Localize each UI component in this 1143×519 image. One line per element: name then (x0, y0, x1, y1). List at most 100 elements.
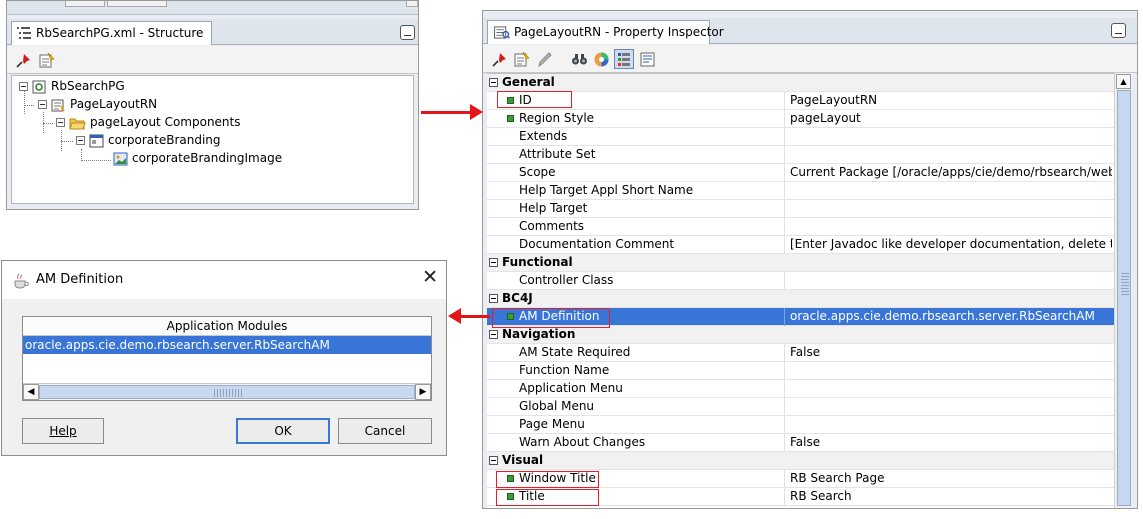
tab-structure-label: RbSearchPG.xml - Structure (36, 26, 204, 40)
property-row-id[interactable]: ID PageLayoutRN (487, 92, 1114, 110)
tree-node-folder[interactable]: pageLayout Components (69, 113, 241, 131)
scroll-left-arrow-icon[interactable]: ◀ (23, 384, 39, 400)
property-row-documentation-comment[interactable]: Documentation Comment [Enter Javadoc lik… (487, 236, 1114, 254)
section-functional[interactable]: Functional (487, 254, 1114, 272)
dialog-titlebar: AM Definition ✕ (2, 261, 446, 299)
section-general[interactable]: General (487, 74, 1114, 92)
property-row-application-menu[interactable]: Application Menu (487, 380, 1114, 398)
property-name: Region Style (519, 111, 595, 125)
property-name: Warn About Changes (519, 435, 646, 449)
property-row-comments[interactable]: Comments (487, 218, 1114, 236)
property-name: Page Menu (519, 417, 585, 431)
section-visual[interactable]: Visual (487, 452, 1114, 470)
pin-icon[interactable] (491, 51, 508, 68)
property-name: Controller Class (519, 273, 614, 287)
help-button-label: Help (49, 424, 77, 438)
categorized-view-icon[interactable] (614, 49, 634, 69)
property-row-scope[interactable]: Scope Current Package [/oracle/apps/cie/… (487, 164, 1114, 182)
property-grid: General ID PageLayoutRN Region Style pag… (487, 73, 1114, 508)
pin-icon[interactable] (15, 52, 32, 69)
property-name: Help Target Appl Short Name (519, 183, 694, 197)
highlight-box-window-title (496, 471, 599, 488)
section-label: BC4J (502, 291, 533, 305)
property-name: AM State Required (519, 345, 631, 359)
property-row-region-style[interactable]: Region Style pageLayout (487, 110, 1114, 128)
find-icon[interactable] (571, 51, 588, 68)
am-definition-dialog: AM Definition ✕ Application Modules orac… (1, 260, 447, 456)
scroll-thumb[interactable] (1117, 90, 1131, 506)
tree-node-label: corporateBrandingImage (132, 151, 283, 165)
collapse-icon[interactable] (489, 330, 498, 339)
tab-structure[interactable]: RbSearchPG.xml - Structure (11, 21, 212, 45)
property-row-am-state-required[interactable]: AM State Required False (487, 344, 1114, 362)
arrow-right-line (421, 111, 473, 114)
close-icon[interactable]: ✕ (422, 266, 438, 288)
property-value[interactable]: Current Package [/oracle/apps/cie/demo/r… (790, 164, 1112, 181)
cancel-button[interactable]: Cancel (338, 418, 432, 444)
tree-expander[interactable] (76, 136, 85, 145)
property-set-marker-icon (507, 115, 514, 122)
edit-properties-icon[interactable] (513, 51, 530, 68)
color-wheel-icon[interactable] (593, 51, 610, 68)
inspector-tabbar: PageLayoutRN - Property Inspector (483, 18, 1137, 44)
property-value[interactable]: oracle.apps.cie.demo.rbsearch.server.RbS… (790, 308, 1112, 325)
tree-node-region[interactable]: PageLayoutRN (51, 95, 157, 113)
property-row-warn-about-changes[interactable]: Warn About Changes False (487, 434, 1114, 452)
ok-button[interactable]: OK (236, 418, 330, 444)
inspector-icon (494, 26, 510, 39)
help-button[interactable]: Help (22, 418, 104, 444)
property-value[interactable]: False (790, 434, 1112, 451)
property-row-help-target[interactable]: Help Target (487, 200, 1114, 218)
property-value[interactable]: [Enter Javadoc like developer documentat… (790, 236, 1112, 253)
tree-expander[interactable] (38, 100, 47, 109)
section-navigation[interactable]: Navigation (487, 326, 1114, 344)
horizontal-scrollbar[interactable]: ◀ ▶ (23, 383, 431, 400)
tree-expander[interactable] (56, 118, 65, 127)
property-row-attribute-set[interactable]: Attribute Set (487, 146, 1114, 164)
section-bc4j[interactable]: BC4J (487, 290, 1114, 308)
property-name: Function Name (519, 363, 610, 377)
edit-properties-icon[interactable] (38, 52, 55, 69)
collapse-icon[interactable] (489, 258, 498, 267)
application-modules-list[interactable]: Application Modules oracle.apps.cie.demo… (22, 316, 432, 401)
collapse-icon[interactable] (489, 294, 498, 303)
panel-top-edge (7, 1, 418, 15)
tree-node-branding[interactable]: corporateBranding (89, 131, 221, 149)
property-value[interactable]: RB Search Page (790, 470, 1112, 487)
property-value[interactable]: False (790, 344, 1112, 361)
structure-tree: RbSearchPG PageLayoutRN pageLayout Compo… (11, 75, 414, 204)
property-value[interactable]: RB Search (790, 488, 1112, 505)
description-icon[interactable] (639, 51, 656, 68)
structure-icon (17, 27, 31, 39)
property-row-function-name[interactable]: Function Name (487, 362, 1114, 380)
property-row-page-menu[interactable]: Page Menu (487, 416, 1114, 434)
property-row-controller-class[interactable]: Controller Class (487, 272, 1114, 290)
property-row-help-target-appl[interactable]: Help Target Appl Short Name (487, 182, 1114, 200)
vertical-scrollbar[interactable]: ▲ (1114, 73, 1132, 508)
list-item[interactable]: oracle.apps.cie.demo.rbsearch.server.RbS… (23, 336, 431, 354)
tree-expander[interactable] (19, 82, 28, 91)
collapse-icon[interactable] (489, 456, 498, 465)
tree-node-label: RbSearchPG (51, 79, 125, 93)
scroll-right-arrow-icon[interactable]: ▶ (415, 384, 431, 400)
minimize-button[interactable] (400, 25, 415, 40)
tree-node-image[interactable]: corporateBrandingImage (113, 149, 282, 167)
section-label: Navigation (502, 327, 576, 341)
property-name: Extends (519, 129, 568, 143)
tree-node-label: pageLayout Components (90, 115, 241, 129)
pencil-icon[interactable] (536, 51, 553, 68)
highlight-box-am-definition (492, 308, 610, 328)
scroll-up-arrow-icon[interactable]: ▲ (1116, 74, 1131, 89)
property-value[interactable]: pageLayout (790, 110, 1112, 127)
property-row-global-menu[interactable]: Global Menu (487, 398, 1114, 416)
section-label: Visual (502, 453, 544, 467)
minimize-button[interactable] (1111, 23, 1126, 38)
collapse-icon[interactable] (489, 78, 498, 87)
inspector-toolbar (483, 45, 1137, 73)
tab-property-inspector[interactable]: PageLayoutRN - Property Inspector (487, 20, 724, 44)
scroll-thumb[interactable] (39, 385, 415, 399)
list-column-header[interactable]: Application Modules (23, 317, 431, 336)
tree-node-page[interactable]: RbSearchPG (32, 77, 125, 95)
property-row-extends[interactable]: Extends (487, 128, 1114, 146)
property-value[interactable]: PageLayoutRN (790, 92, 1112, 109)
